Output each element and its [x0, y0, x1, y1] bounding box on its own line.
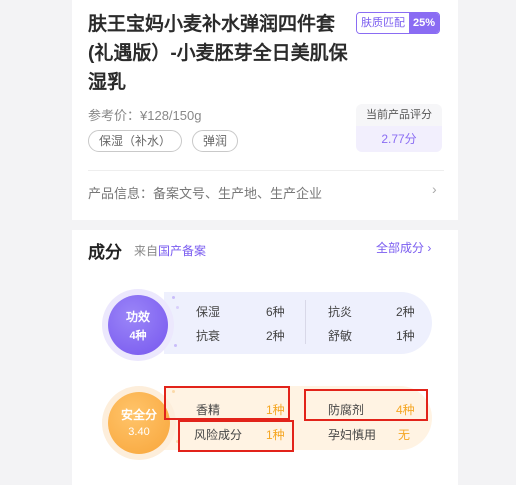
- annotation-box-risk: [178, 420, 294, 452]
- function-item-name: 抗衰: [196, 329, 221, 343]
- safety-circle[interactable]: 安全分 3.40: [108, 392, 170, 454]
- divider: [88, 170, 444, 171]
- panel-divider: [305, 300, 306, 344]
- safety-item-count: 无: [398, 428, 411, 442]
- function-circle-label: 功效: [125, 310, 150, 324]
- skin-match-label: 肤质匹配: [357, 13, 409, 33]
- function-circle[interactable]: 功效 4种: [108, 295, 168, 355]
- function-item-name: 保湿: [196, 305, 221, 319]
- function-item-count: 2种: [266, 329, 285, 343]
- function-item-count: 1种: [396, 329, 415, 343]
- tag-elastic[interactable]: 弹润: [192, 130, 239, 152]
- product-title: 肤王宝妈小麦补水弹润四件套(礼遇版）-小麦胚芽全日美肌保湿乳: [88, 14, 348, 93]
- source-highlight[interactable]: 国产备案: [158, 244, 206, 258]
- reference-price: 参考价：¥128/150g: [88, 108, 202, 123]
- tag-moisturize[interactable]: 保湿（补水）: [88, 130, 183, 152]
- section-gap: [72, 220, 458, 230]
- annotation-box-fragrance: [164, 386, 290, 420]
- safety-item-name: 孕妇慎用: [328, 428, 377, 442]
- function-item-count: 6种: [266, 305, 285, 319]
- right-background: [458, 0, 516, 485]
- skin-match-value: 25%: [409, 13, 440, 33]
- ingredients-source: 来自国产备案: [134, 242, 206, 259]
- annotation-box-preservative: [304, 389, 428, 421]
- function-panel[interactable]: [164, 292, 432, 354]
- effect-tags: 保湿（补水） 弹润: [88, 130, 239, 152]
- function-item-name: 抗炎: [328, 305, 353, 319]
- decor-dot: [176, 306, 179, 309]
- source-prefix: 来自: [134, 244, 159, 258]
- decor-dot: [172, 296, 175, 299]
- safety-circle-score: 3.40: [128, 426, 150, 438]
- chevron-right-icon[interactable]: ›: [432, 181, 437, 197]
- decor-dot: [174, 344, 177, 347]
- safety-circle-label: 安全分: [120, 408, 157, 422]
- product-info-link[interactable]: 产品信息：备案文号、生产地、生产企业: [88, 183, 322, 202]
- function-circle-count: 4种: [129, 330, 147, 342]
- skin-match-badge[interactable]: 肤质匹配 25%: [356, 12, 441, 34]
- all-ingredients-link[interactable]: 全部成分 ›: [376, 239, 431, 256]
- function-item-name: 舒敏: [328, 329, 353, 343]
- product-score-box: 当前产品评分 2.77分: [356, 104, 442, 152]
- left-background: [0, 0, 72, 485]
- ingredients-title: 成分: [88, 243, 122, 262]
- function-item-count: 2种: [396, 305, 415, 319]
- score-value: 2.77分: [356, 126, 442, 152]
- score-label: 当前产品评分: [356, 104, 442, 126]
